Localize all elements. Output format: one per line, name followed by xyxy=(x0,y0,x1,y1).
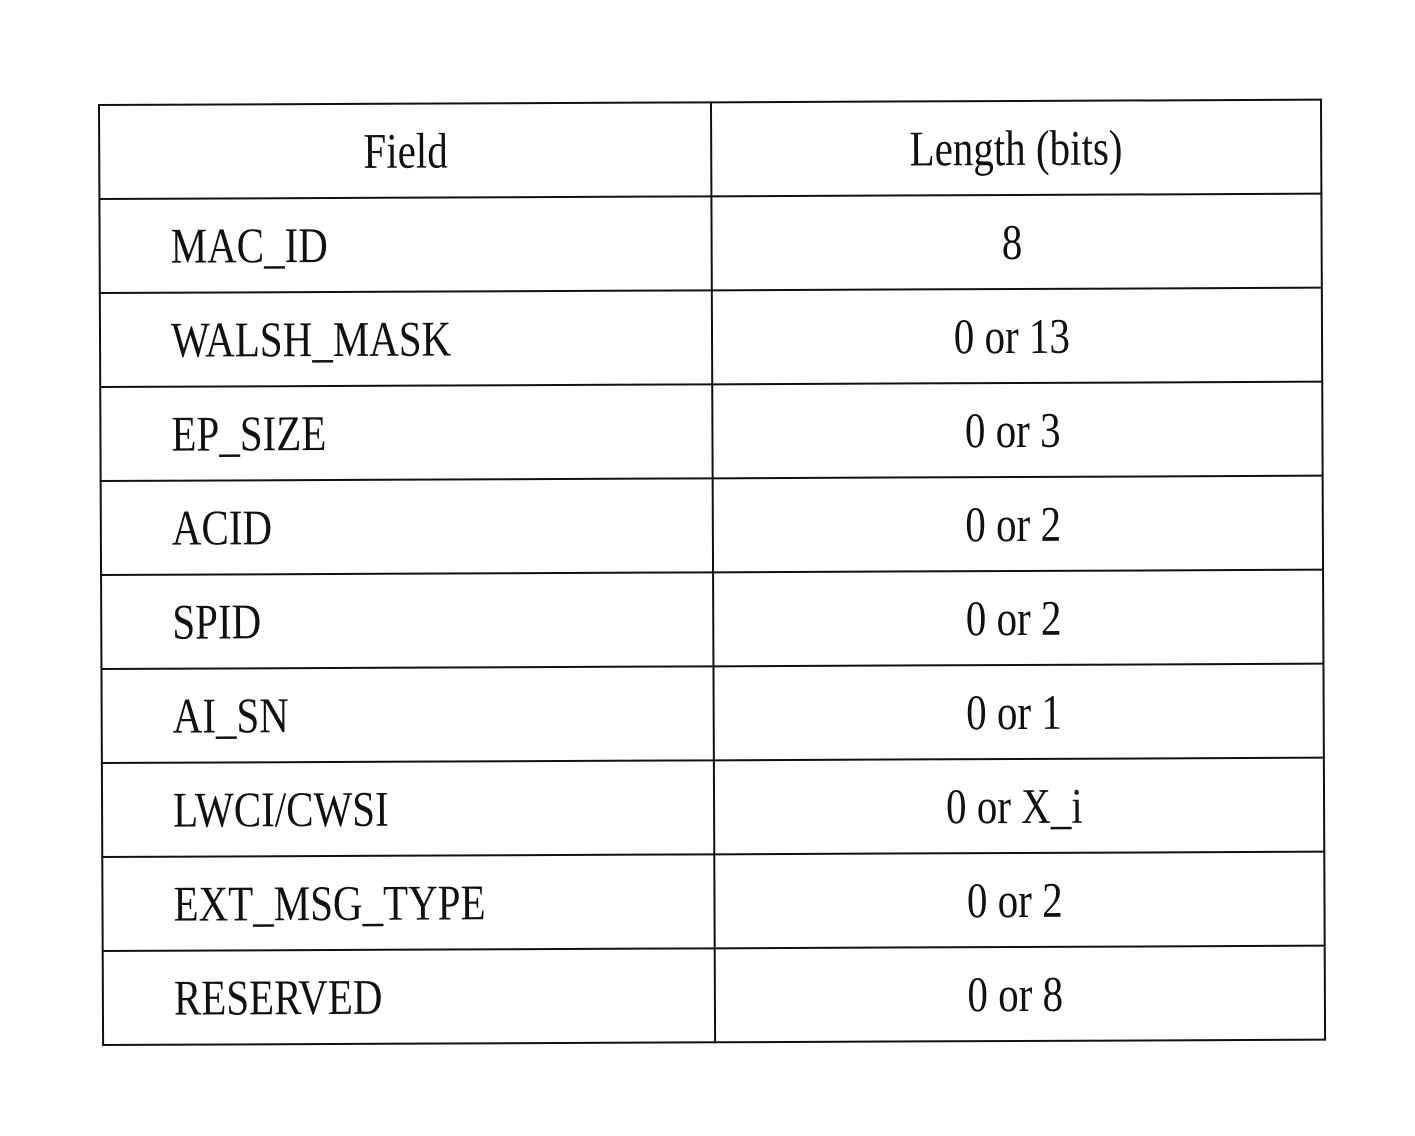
table-row: RESERVED 0 or 8 xyxy=(102,945,1326,1045)
length-cell: 0 or X_i xyxy=(713,757,1325,855)
header-length: Length (bits) xyxy=(710,99,1322,197)
field-cell: WALSH_MASK xyxy=(99,290,713,387)
length-cell: 0 or 3 xyxy=(712,381,1323,479)
length-cell: 0 or 13 xyxy=(711,287,1323,385)
table-row: AI_SN 0 or 1 xyxy=(101,663,1324,763)
table-row: EP_SIZE 0 or 3 xyxy=(100,381,1323,481)
field-cell: RESERVED xyxy=(102,948,716,1045)
table-row: ACID 0 or 2 xyxy=(100,475,1324,575)
field-length-table: Field Length (bits) MAC_ID 8 WALSH_MASK … xyxy=(98,99,1326,1046)
field-cell: EXT_MSG_TYPE xyxy=(102,854,715,951)
length-cell: 8 xyxy=(711,193,1322,291)
table-row: MAC_ID 8 xyxy=(99,193,1322,293)
field-cell: SPID xyxy=(101,572,714,669)
table-row: EXT_MSG_TYPE 0 or 2 xyxy=(102,851,1325,951)
length-cell: 0 or 2 xyxy=(714,851,1325,949)
field-cell: EP_SIZE xyxy=(100,384,713,481)
field-length-table-container: Field Length (bits) MAC_ID 8 WALSH_MASK … xyxy=(98,99,1326,1046)
table-header-row: Field Length (bits) xyxy=(99,99,1322,199)
field-cell: LWCI/CWSI xyxy=(101,760,715,857)
length-cell: 0 or 2 xyxy=(713,569,1324,667)
length-cell: 0 or 2 xyxy=(712,475,1324,573)
field-cell: ACID xyxy=(100,478,714,575)
table-row: LWCI/CWSI 0 or X_i xyxy=(101,757,1325,857)
length-cell: 0 or 1 xyxy=(713,663,1324,761)
table-row: SPID 0 or 2 xyxy=(101,569,1324,669)
field-cell: AI_SN xyxy=(101,666,714,763)
header-field: Field xyxy=(99,102,712,199)
table-row: WALSH_MASK 0 or 13 xyxy=(99,287,1323,387)
length-cell: 0 or 8 xyxy=(714,945,1326,1043)
field-cell: MAC_ID xyxy=(99,196,712,293)
